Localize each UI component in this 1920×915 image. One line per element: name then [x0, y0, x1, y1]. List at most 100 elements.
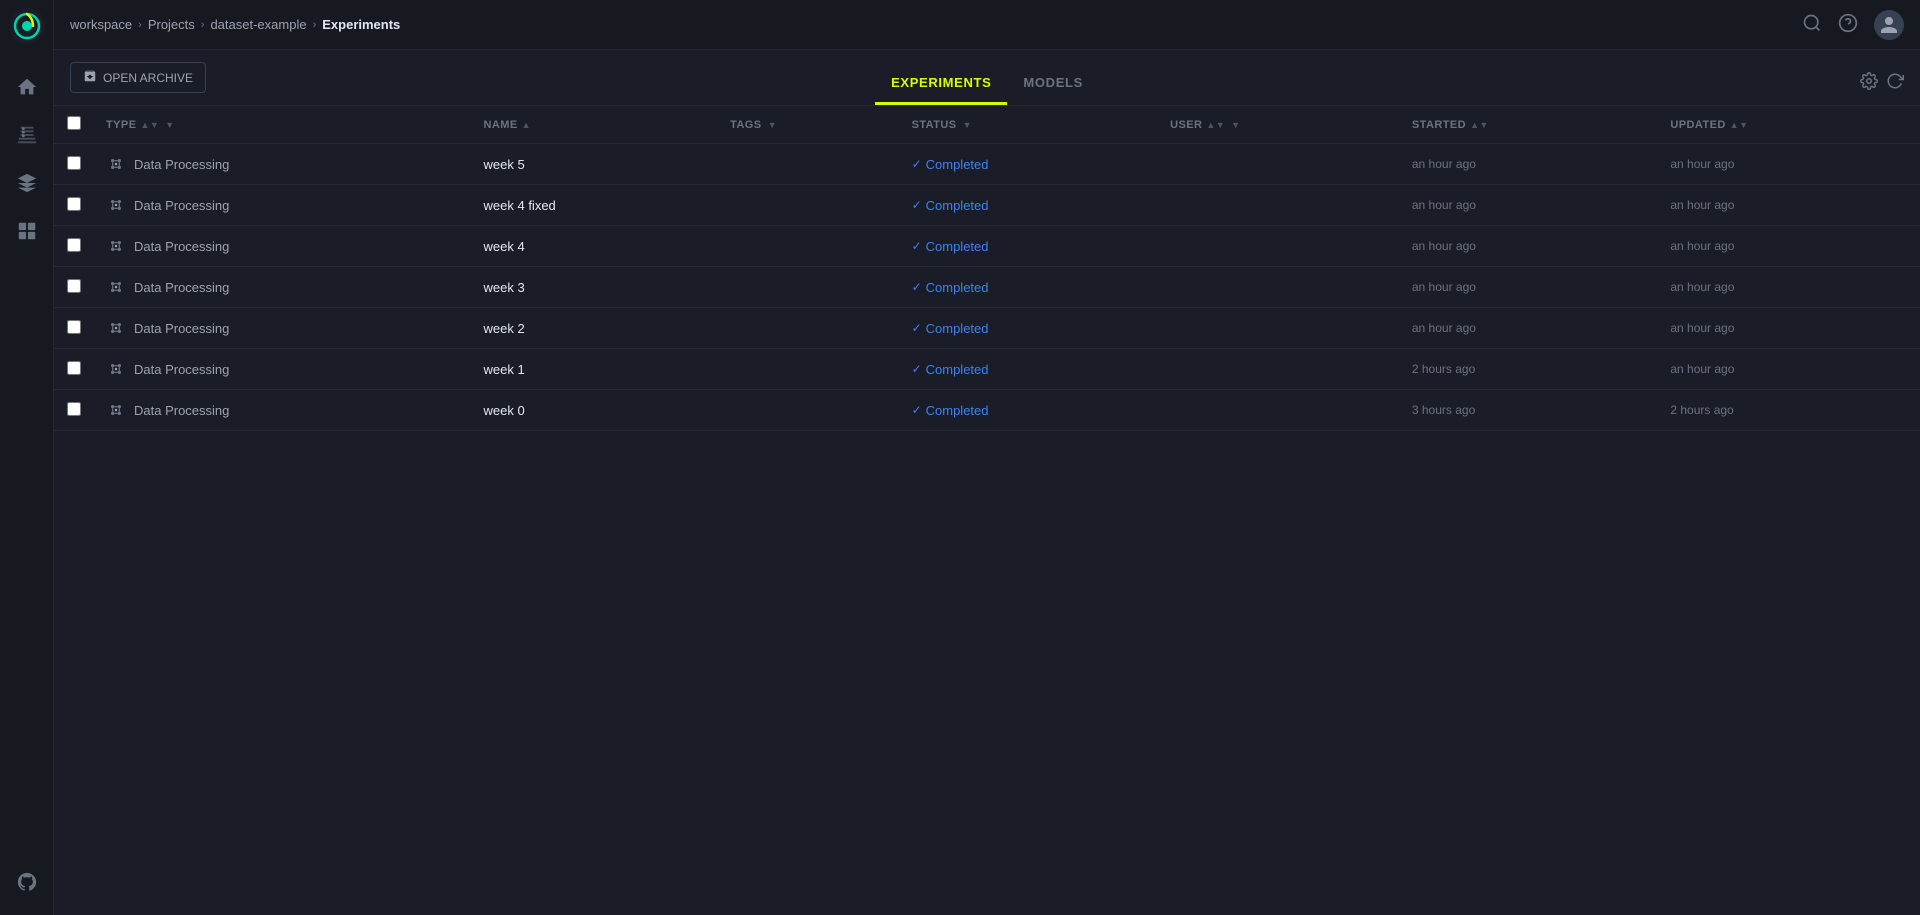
- content-area: OPEN ARCHIVE EXPERIMENTS MODELS: [54, 50, 1920, 915]
- updated-sort-icon: ▲▼: [1730, 120, 1749, 130]
- sidebar-item-models[interactable]: [7, 164, 47, 204]
- data-processing-icon: [106, 318, 126, 338]
- column-select: [54, 106, 94, 144]
- row-updated-cell: an hour ago: [1658, 308, 1920, 349]
- started-sort-icon: ▲▼: [1470, 120, 1489, 130]
- row-started-cell: an hour ago: [1400, 185, 1658, 226]
- status-check-icon: ✓: [912, 280, 922, 294]
- row-type-label: Data Processing: [134, 157, 229, 172]
- user-avatar[interactable]: [1874, 10, 1904, 40]
- row-status-cell: ✓ Completed: [900, 185, 1159, 226]
- row-name-cell[interactable]: week 1: [472, 349, 719, 390]
- row-updated-cell: an hour ago: [1658, 349, 1920, 390]
- models-icon: [16, 172, 38, 197]
- user-sort-icon: ▲▼: [1206, 120, 1225, 130]
- row-updated-cell: 2 hours ago: [1658, 390, 1920, 431]
- row-checkbox-3[interactable]: [67, 279, 81, 293]
- status-check-icon: ✓: [912, 239, 922, 253]
- tab-actions-right: [1844, 60, 1920, 105]
- row-name-cell[interactable]: week 3: [472, 267, 719, 308]
- row-status-cell: ✓ Completed: [900, 226, 1159, 267]
- row-checkbox-1[interactable]: [67, 197, 81, 211]
- tab-experiments[interactable]: EXPERIMENTS: [875, 63, 1007, 105]
- row-type-label: Data Processing: [134, 280, 229, 295]
- topbar-right: [1802, 10, 1904, 40]
- row-started-cell: an hour ago: [1400, 308, 1658, 349]
- breadcrumb-dataset-example[interactable]: dataset-example: [210, 17, 306, 32]
- row-name-cell[interactable]: week 4 fixed: [472, 185, 719, 226]
- table-row: Data Processing week 3 ✓ Completed an ho…: [54, 267, 1920, 308]
- row-status-cell: ✓ Completed: [900, 144, 1159, 185]
- row-started-cell: an hour ago: [1400, 226, 1658, 267]
- status-label: Completed: [926, 321, 989, 336]
- help-icon[interactable]: [1838, 13, 1858, 36]
- row-checkbox-4[interactable]: [67, 320, 81, 334]
- row-status-cell: ✓ Completed: [900, 267, 1159, 308]
- status-label: Completed: [926, 280, 989, 295]
- row-status-cell: ✓ Completed: [900, 308, 1159, 349]
- logo[interactable]: [9, 8, 45, 44]
- row-name-cell[interactable]: week 2: [472, 308, 719, 349]
- row-updated-cell: an hour ago: [1658, 144, 1920, 185]
- column-type[interactable]: TYPE ▲▼ ▼: [94, 106, 472, 144]
- table-row: Data Processing week 5 ✓ Completed an ho…: [54, 144, 1920, 185]
- row-tags-cell: [718, 144, 899, 185]
- table-body: Data Processing week 5 ✓ Completed an ho…: [54, 144, 1920, 431]
- open-archive-button[interactable]: OPEN ARCHIVE: [70, 62, 206, 93]
- row-name-cell[interactable]: week 5: [472, 144, 719, 185]
- row-type-label: Data Processing: [134, 403, 229, 418]
- column-user[interactable]: USER ▲▼ ▼: [1158, 106, 1400, 144]
- search-icon[interactable]: [1802, 13, 1822, 36]
- sidebar-item-datasets[interactable]: [7, 212, 47, 252]
- experiments-icon: [16, 124, 38, 149]
- updated-col-label: UPDATED: [1670, 119, 1725, 131]
- row-name-cell[interactable]: week 4: [472, 226, 719, 267]
- row-started-cell: 3 hours ago: [1400, 390, 1658, 431]
- data-processing-icon: [106, 400, 126, 420]
- row-checkbox-5[interactable]: [67, 361, 81, 375]
- breadcrumb-workspace[interactable]: workspace: [70, 17, 132, 32]
- data-processing-icon: [106, 154, 126, 174]
- table-row: Data Processing week 4 ✓ Completed an ho…: [54, 226, 1920, 267]
- tab-models[interactable]: MODELS: [1007, 63, 1099, 105]
- column-status[interactable]: STATUS ▼: [900, 106, 1159, 144]
- row-checkbox-0[interactable]: [67, 156, 81, 170]
- tags-col-label: TAGS: [730, 119, 762, 131]
- row-user-cell: [1158, 390, 1400, 431]
- row-name-cell[interactable]: week 0: [472, 390, 719, 431]
- status-check-icon: ✓: [912, 198, 922, 212]
- settings-icon[interactable]: [1860, 72, 1878, 93]
- status-label: Completed: [926, 198, 989, 213]
- row-checkbox-2[interactable]: [67, 238, 81, 252]
- row-updated-cell: an hour ago: [1658, 267, 1920, 308]
- row-type-label: Data Processing: [134, 362, 229, 377]
- breadcrumb: workspace › Projects › dataset-example ›…: [70, 17, 400, 32]
- column-updated[interactable]: UPDATED ▲▼: [1658, 106, 1920, 144]
- data-processing-icon: [106, 277, 126, 297]
- column-started[interactable]: STARTED ▲▼: [1400, 106, 1658, 144]
- sidebar-item-home[interactable]: [7, 68, 47, 108]
- status-col-label: STATUS: [912, 119, 957, 131]
- home-icon: [16, 76, 38, 101]
- row-type-cell: Data Processing: [94, 390, 472, 431]
- row-select-cell: [54, 390, 94, 431]
- row-checkbox-6[interactable]: [67, 402, 81, 416]
- sidebar-item-github[interactable]: [7, 863, 47, 903]
- sidebar: [0, 0, 54, 915]
- breadcrumb-projects[interactable]: Projects: [148, 17, 195, 32]
- breadcrumb-experiments: Experiments: [322, 17, 400, 32]
- column-tags[interactable]: TAGS ▼: [718, 106, 899, 144]
- select-all-checkbox[interactable]: [67, 116, 81, 130]
- row-tags-cell: [718, 185, 899, 226]
- tabs-center: EXPERIMENTS MODELS: [875, 63, 1099, 105]
- row-started-cell: an hour ago: [1400, 144, 1658, 185]
- row-type-cell: Data Processing: [94, 144, 472, 185]
- row-updated-cell: an hour ago: [1658, 226, 1920, 267]
- table-row: Data Processing week 2 ✓ Completed an ho…: [54, 308, 1920, 349]
- sidebar-item-experiments[interactable]: [7, 116, 47, 156]
- datasets-icon: [16, 220, 38, 245]
- data-processing-icon: [106, 359, 126, 379]
- row-select-cell: [54, 267, 94, 308]
- column-name[interactable]: NAME ▲: [472, 106, 719, 144]
- refresh-icon[interactable]: [1886, 72, 1904, 93]
